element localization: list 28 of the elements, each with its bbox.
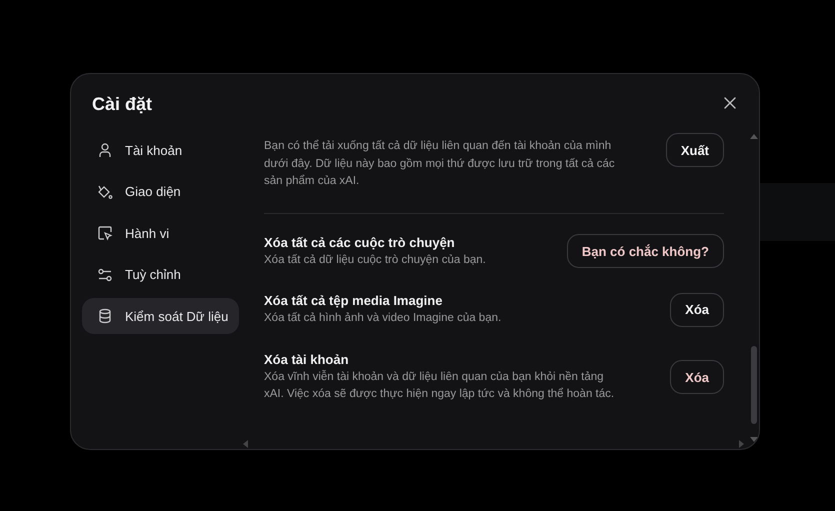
scroll-down-icon[interactable]: [750, 437, 758, 443]
section-title: Xóa tài khoản: [264, 350, 350, 368]
sidebar-item[interactable]: Hành vi: [82, 215, 239, 251]
section-title: Xóa tất cả các cuộc trò chuyện: [264, 234, 456, 252]
scrollbar-thumb[interactable]: [750, 346, 756, 424]
sidebar-item[interactable]: Giao diện: [82, 174, 239, 210]
sidebar-item[interactable]: Tài khoản: [82, 132, 239, 168]
action-button[interactable]: Xuất: [666, 133, 724, 167]
sidebar-item[interactable]: Tuỳ chỉnh: [82, 256, 239, 292]
section-description: Xóa tất cả dữ liệu cuộc trò chuyện của bạn.: [264, 252, 487, 268]
section-title: Xóa tất cả tệp media Imagine: [264, 292, 444, 310]
sliders-icon: [97, 266, 113, 282]
user-icon: [97, 142, 113, 158]
scroll-left-icon[interactable]: [242, 440, 248, 448]
section-description: Xóa tất cả hình ảnh và video Imagine của bạn.: [264, 311, 502, 326]
action-button[interactable]: Bạn có chắc không?: [566, 234, 724, 268]
database-icon: [97, 308, 113, 324]
paint-bucket-icon: [97, 184, 113, 200]
action-button[interactable]: Xóa: [670, 292, 724, 327]
section-description: Bạn có thể tải xuống tất cả dữ liệu liên quan đến tài khoản của mình dưới đây. Dữ liệu này bao gồm mọi thứ được lưu trữ trong tất cả các sản phẩm của xAI.: [264, 138, 616, 189]
action-button[interactable]: Xóa: [670, 360, 724, 394]
cursor-icon: [97, 225, 113, 241]
sidebar-item[interactable]: Kiểm soát Dữ liệu: [82, 298, 239, 334]
dialog-title: Cài đặt: [92, 94, 152, 115]
section-description: Xóa vĩnh viễn tài khoản và dữ liệu liên quan của bạn khỏi nền tảng xAI. Việc xóa sẽ được thực hiện ngay lập tức và không thể hoàn tác.: [264, 369, 616, 402]
scroll-right-icon[interactable]: [739, 440, 745, 448]
scroll-up-icon[interactable]: [750, 133, 758, 139]
close-icon[interactable]: [724, 97, 736, 109]
